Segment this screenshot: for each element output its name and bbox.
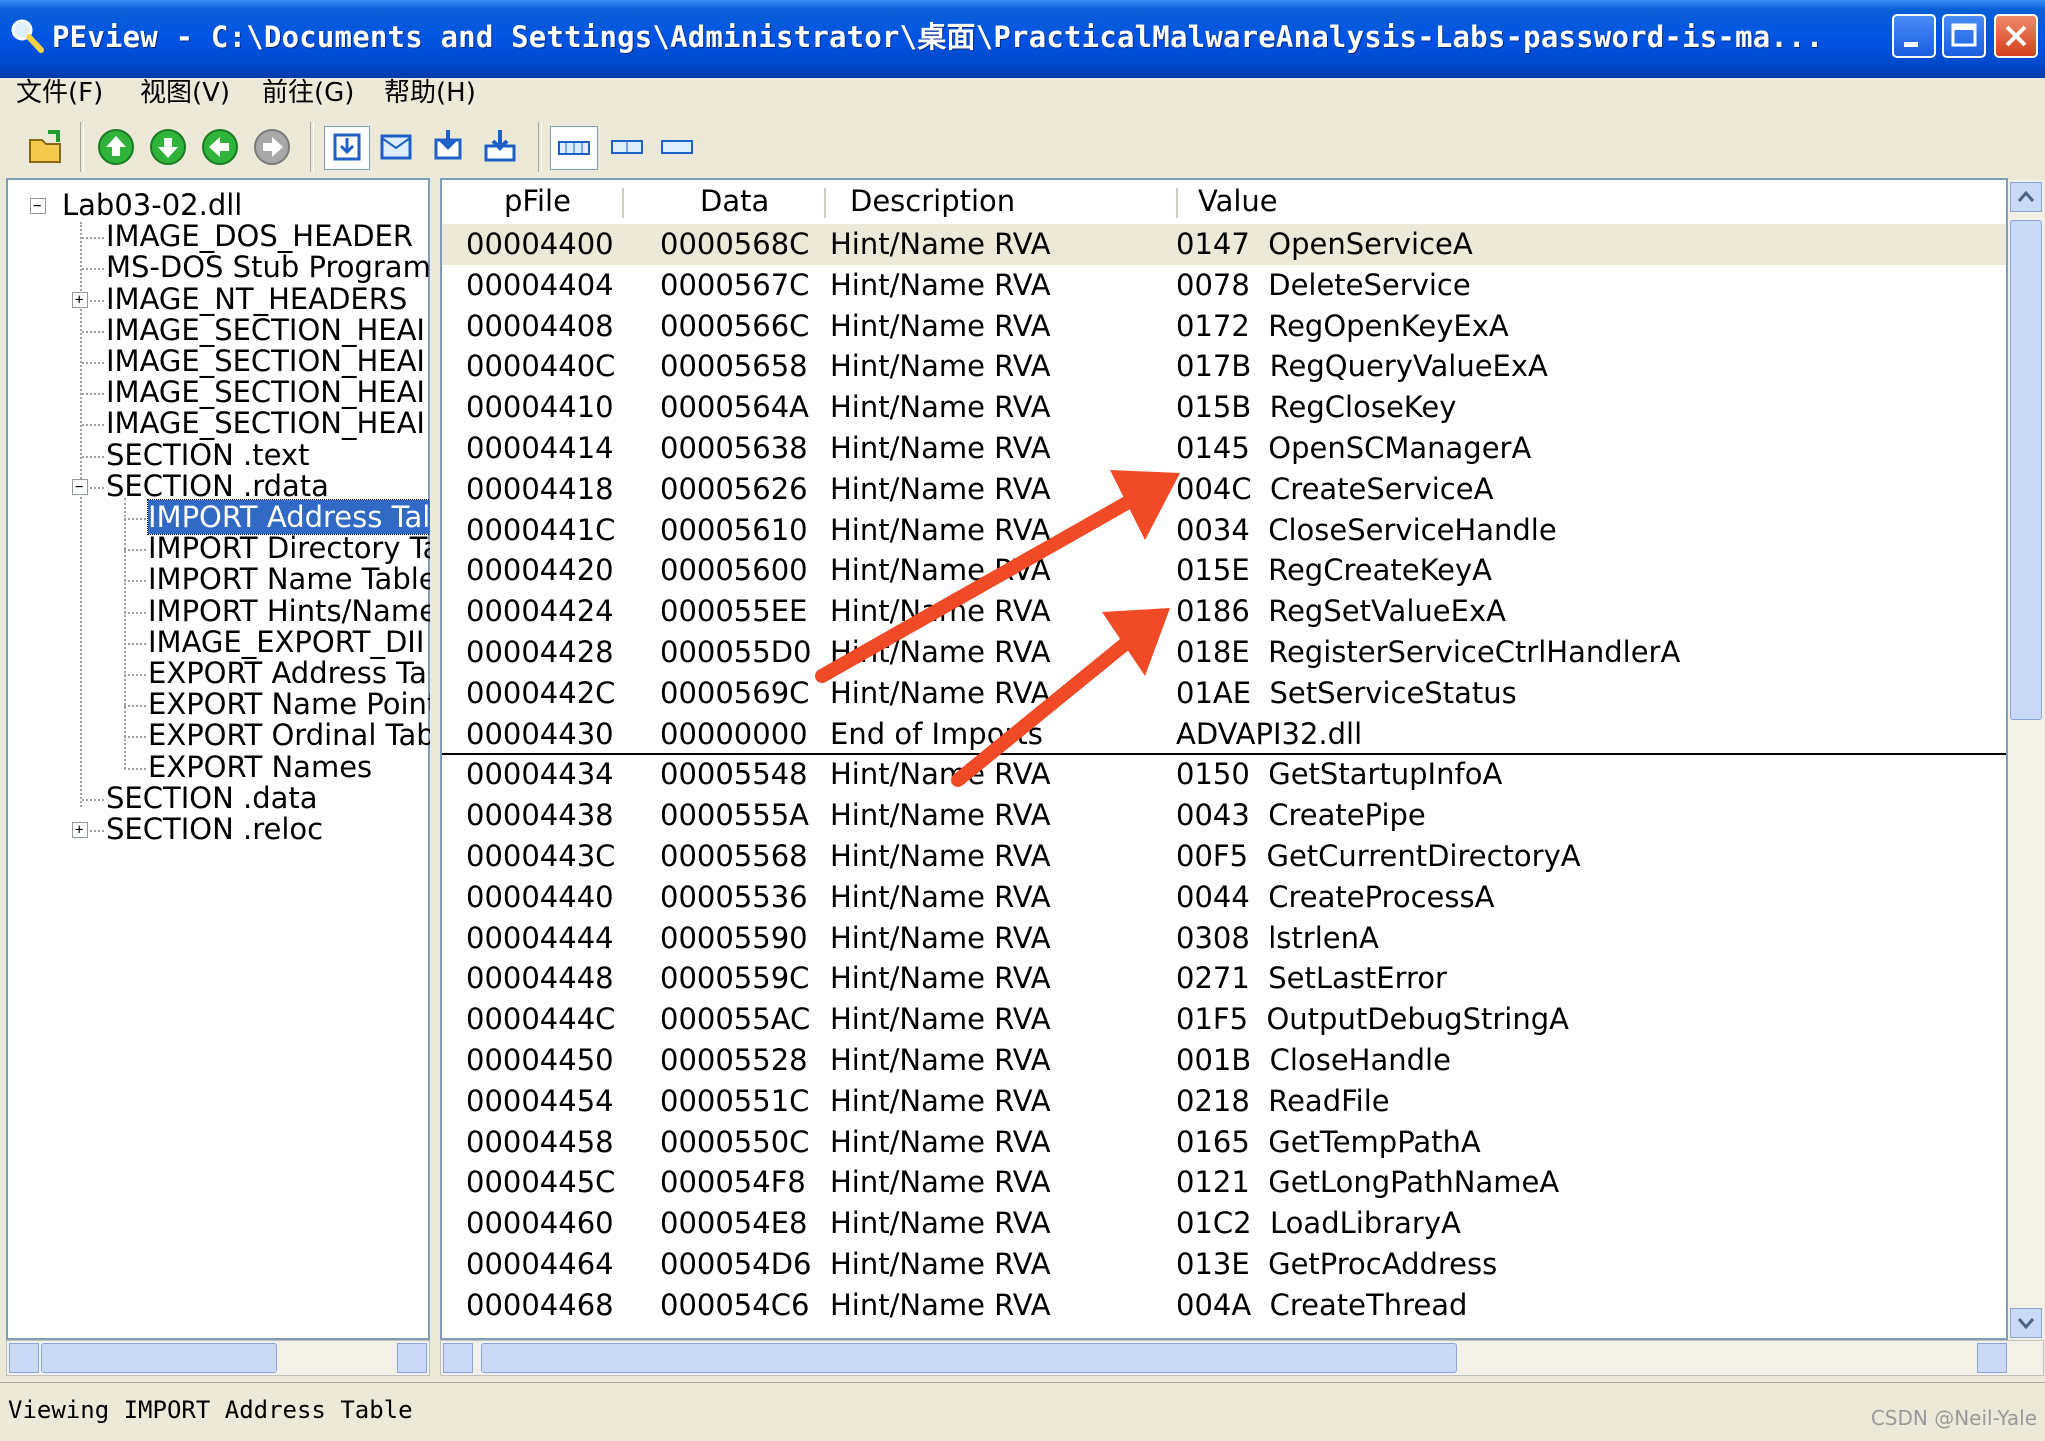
- annotation-arrow-2: [951, 633, 1137, 787]
- list-vertical-scrollbar[interactable]: [2008, 180, 2044, 1340]
- scroll-up-icon[interactable]: [2010, 182, 2042, 212]
- scroll-left-icon[interactable]: [443, 1343, 473, 1373]
- scroll-down-icon[interactable]: [2010, 1308, 2042, 1338]
- annotation-arrows: [815, 470, 1180, 787]
- scroll-thumb[interactable]: [481, 1343, 1457, 1373]
- watermark: CSDN @Neil-Yale: [1870, 1406, 2037, 1430]
- scroll-right-icon[interactable]: [1977, 1343, 2007, 1373]
- annotation-arrow-1: [815, 493, 1139, 683]
- annotation-arrowhead-2: [1102, 608, 1170, 676]
- status-text: Viewing IMPORT Address Table: [8, 1396, 413, 1424]
- scroll-thumb[interactable]: [2010, 220, 2042, 720]
- list-horizontal-scrollbar[interactable]: [440, 1340, 2044, 1376]
